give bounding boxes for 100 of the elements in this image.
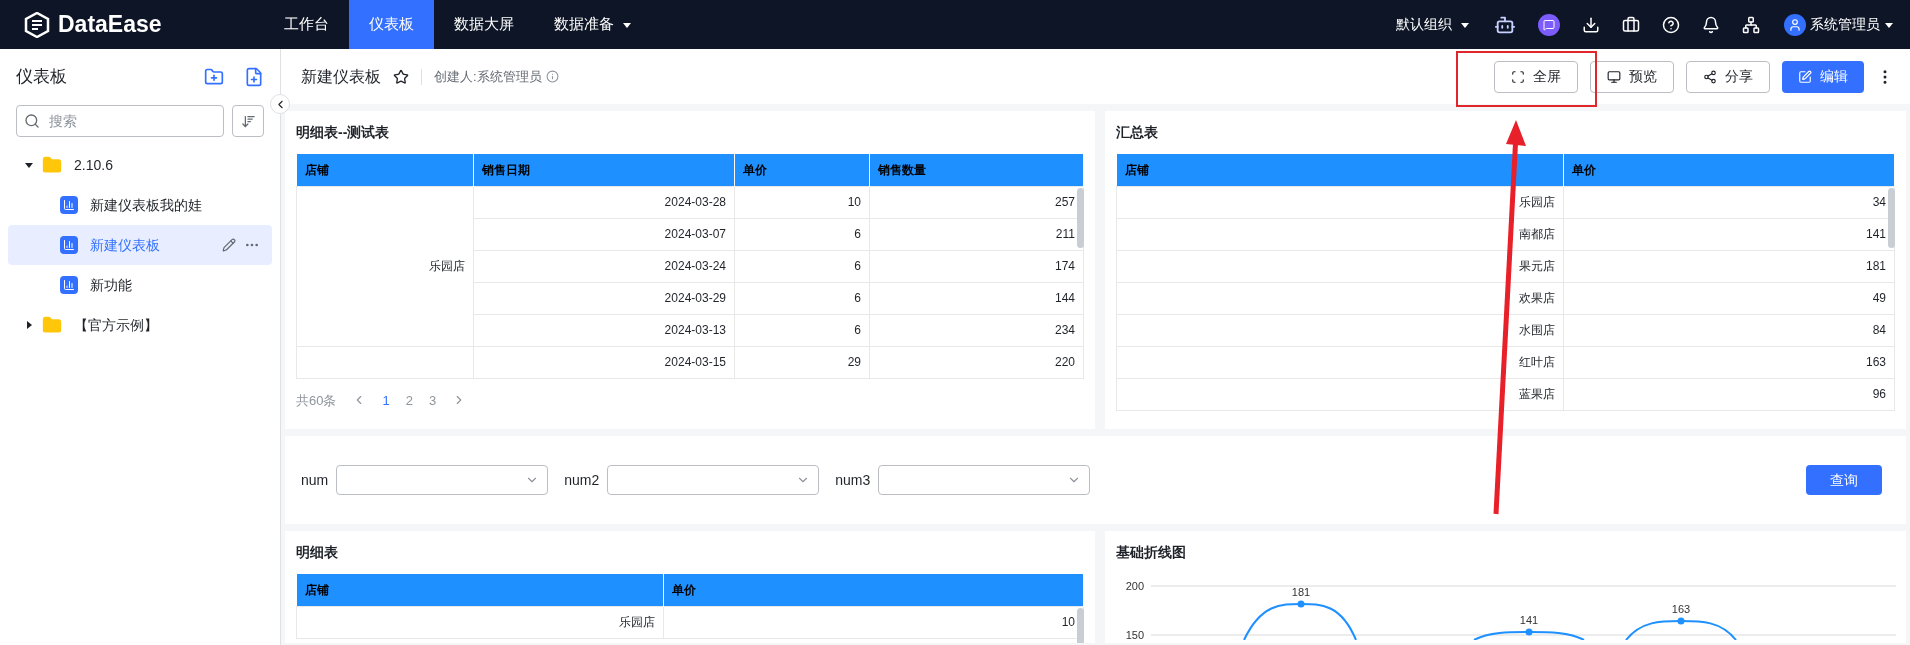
star-icon[interactable] <box>393 68 409 85</box>
filter-label: num <box>301 470 329 490</box>
edit-icon <box>1798 69 1812 84</box>
panel-title: 明细表--测试表 <box>296 123 391 142</box>
table-cell: 红叶店 <box>1116 346 1564 378</box>
caret-icon[interactable] <box>24 320 34 330</box>
table-cell: 2024-03-29 <box>473 282 735 314</box>
nav-tab[interactable]: 仪表板 <box>349 0 434 49</box>
org-switcher[interactable]: 默认组织 <box>1396 14 1470 35</box>
organization-icon[interactable] <box>1742 15 1760 34</box>
table-cell: 84 <box>1563 314 1895 346</box>
logo-icon <box>24 11 50 38</box>
axis-label: 200 <box>1125 580 1144 592</box>
creator-text: 创建人:系统管理员 <box>434 67 542 86</box>
table-cell: 南都店 <box>1116 218 1564 250</box>
column-header: 单价 <box>1563 154 1895 186</box>
total-count: 共60条 <box>296 391 337 410</box>
nav-tab[interactable]: 工作台 <box>264 0 349 49</box>
panel-title: 明细表 <box>296 543 339 562</box>
panel-title: 基础折线图 <box>1116 543 1187 562</box>
column-header: 销售数量 <box>869 154 1084 186</box>
folder-item[interactable]: 【官方示例】 <box>8 305 272 345</box>
table-cell: 欢果店 <box>1116 282 1564 314</box>
info-icon <box>545 70 559 83</box>
user-name[interactable]: 系统管理员 <box>1810 14 1880 35</box>
briefcase-icon[interactable] <box>1622 15 1640 34</box>
table-cell: 乐园店 <box>1116 186 1564 218</box>
notification-icon[interactable] <box>1702 15 1720 34</box>
scrollbar <box>1888 188 1895 248</box>
scrollbar <box>1077 188 1084 248</box>
table-cell: 234 <box>869 314 1084 346</box>
table-cell: 乐园店 <box>296 606 664 638</box>
fullscreen-button[interactable]: 全屏 <box>1494 60 1578 93</box>
table-cell: 蓝果店 <box>1116 378 1564 410</box>
table-cell: 水围店 <box>1116 314 1564 346</box>
data-label: 163 <box>1671 603 1691 615</box>
share-button[interactable]: 分享 <box>1686 60 1770 93</box>
dashboard-item[interactable]: 新功能 <box>8 265 272 305</box>
edit-button[interactable]: 编辑 <box>1782 60 1864 93</box>
download-icon[interactable] <box>1582 15 1600 34</box>
table-cell: 144 <box>869 282 1084 314</box>
table-cell: 29 <box>734 346 870 378</box>
axis-label: 150 <box>1125 629 1144 640</box>
dashboard-icon <box>60 276 78 294</box>
table-cell: 6 <box>734 314 870 346</box>
caret-icon[interactable] <box>24 160 34 170</box>
table-cell: 174 <box>869 250 1084 282</box>
table-cell: 果元店 <box>1116 250 1564 282</box>
query-button[interactable]: 查询 <box>1806 465 1882 495</box>
sort-icon <box>240 113 256 129</box>
table-cell: 2024-03-13 <box>473 314 735 346</box>
column-header: 店铺 <box>1116 154 1564 186</box>
fullscreen-icon <box>1511 69 1525 84</box>
folder-item[interactable]: 2.10.6 <box>8 145 272 185</box>
table-cell: 6 <box>734 250 870 282</box>
column-header: 单价 <box>734 154 870 186</box>
dashboard-item[interactable]: 新建仪表板我的娃 <box>8 185 272 225</box>
sidebar-title: 仪表板 <box>16 66 68 89</box>
panel-title: 汇总表 <box>1116 123 1159 142</box>
table-cell: 6 <box>734 282 870 314</box>
dashboard-icon <box>60 236 78 254</box>
table-cell: 181 <box>1563 250 1895 282</box>
preview-icon <box>1607 69 1621 84</box>
preview-button[interactable]: 预览 <box>1590 60 1674 93</box>
filter-label: num2 <box>564 470 600 490</box>
folder-icon <box>42 315 62 335</box>
new-folder-icon[interactable] <box>204 67 224 87</box>
edit-icon[interactable] <box>222 238 236 252</box>
search-icon <box>24 113 40 129</box>
dashboard-icon <box>60 196 78 214</box>
dashboard-title: 新建仪表板 <box>301 66 381 87</box>
data-label: 141 <box>1519 614 1539 626</box>
filter-label: num3 <box>835 470 871 490</box>
logo-text: DataEase <box>58 10 162 40</box>
nav-tab[interactable]: 数据大屏 <box>434 0 534 49</box>
sort-button[interactable] <box>232 105 264 137</box>
column-header: 店铺 <box>296 574 664 606</box>
table-cell: 49 <box>1563 282 1895 314</box>
table-cell: 6 <box>734 218 870 250</box>
search-field[interactable]: 搜索 <box>16 105 224 137</box>
table-cell: 220 <box>869 346 1084 378</box>
table-cell: 2024-03-07 <box>473 218 735 250</box>
table-cell: 10 <box>734 186 870 218</box>
table-cell: 163 <box>1563 346 1895 378</box>
help-icon[interactable] <box>1662 15 1680 34</box>
table-cell: 2024-03-24 <box>473 250 735 282</box>
chat-icon[interactable] <box>1538 13 1560 36</box>
folder-icon <box>42 155 62 175</box>
table-cell: 96 <box>1563 378 1895 410</box>
nav-tab[interactable]: 数据准备 <box>534 0 652 49</box>
collapse-button[interactable] <box>270 94 290 114</box>
avatar[interactable] <box>1784 13 1806 36</box>
page-number[interactable]: 1 <box>382 390 390 410</box>
table-cell: 2024-03-15 <box>473 346 735 378</box>
new-file-icon[interactable] <box>244 67 264 87</box>
column-header: 店铺 <box>296 154 474 186</box>
dashboard-item[interactable]: 新建仪表板 <box>8 225 272 265</box>
share-icon <box>1703 69 1717 84</box>
data-label: 181 <box>1291 586 1311 598</box>
table-cell: 2024-03-28 <box>473 186 735 218</box>
